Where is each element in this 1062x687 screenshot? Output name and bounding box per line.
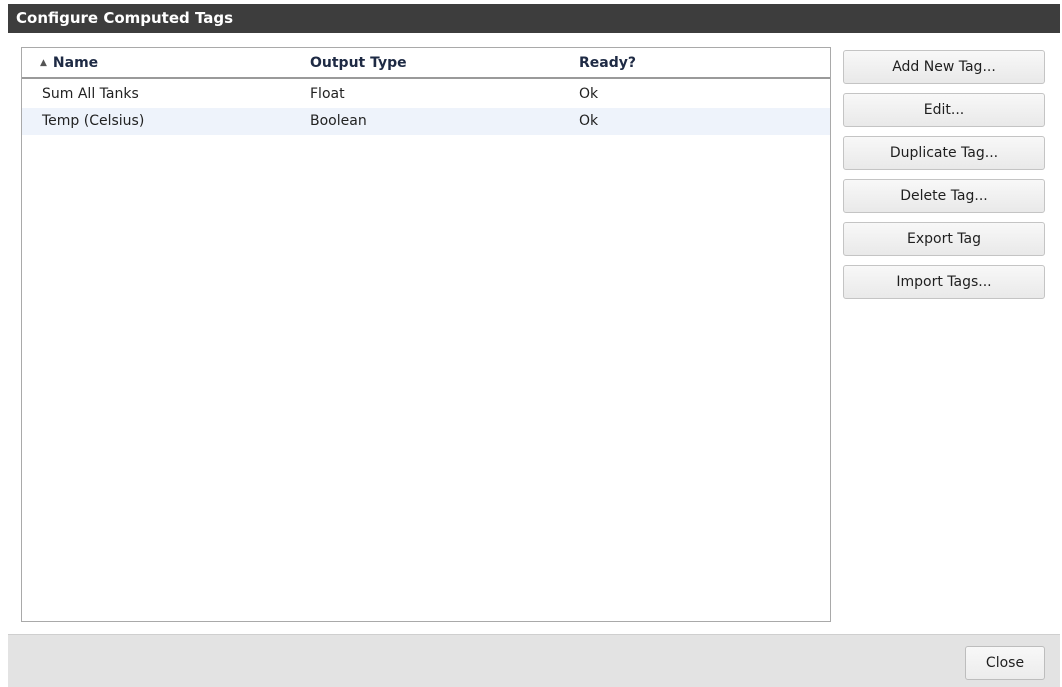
cell-output-type: Float [310, 86, 345, 102]
cell-name: Temp (Celsius) [42, 113, 145, 129]
dialog-title: Configure Computed Tags [8, 4, 1060, 33]
tags-table[interactable]: ▲ Name Output Type Ready? Sum All Tanks F… [21, 47, 831, 622]
configure-computed-tags-dialog: Configure Computed Tags ▲ Name Output Typ… [8, 4, 1060, 687]
cell-output-type: Boolean [310, 113, 367, 129]
cell-name: Sum All Tanks [42, 86, 139, 102]
table-header: ▲ Name Output Type Ready? [22, 48, 830, 79]
column-header-name[interactable]: ▲ Name [40, 48, 98, 80]
column-header-ready[interactable]: Ready? [579, 48, 636, 78]
cell-ready: Ok [579, 113, 599, 129]
table-row[interactable]: Sum All Tanks Float Ok [22, 81, 830, 108]
duplicate-tag-button[interactable]: Duplicate Tag... [843, 136, 1045, 170]
edit-button[interactable]: Edit... [843, 93, 1045, 127]
column-header-output-type[interactable]: Output Type [310, 48, 407, 78]
close-button[interactable]: Close [965, 646, 1045, 680]
delete-tag-button[interactable]: Delete Tag... [843, 179, 1045, 213]
export-tag-button[interactable]: Export Tag [843, 222, 1045, 256]
dialog-footer: Close [8, 634, 1060, 687]
table-row[interactable]: Temp (Celsius) Boolean Ok [22, 108, 830, 135]
sort-ascending-icon: ▲ [40, 58, 47, 68]
import-tags-button[interactable]: Import Tags... [843, 265, 1045, 299]
column-header-name-label: Name [52, 55, 99, 71]
add-new-tag-button[interactable]: Add New Tag... [843, 50, 1045, 84]
cell-ready: Ok [579, 86, 599, 102]
